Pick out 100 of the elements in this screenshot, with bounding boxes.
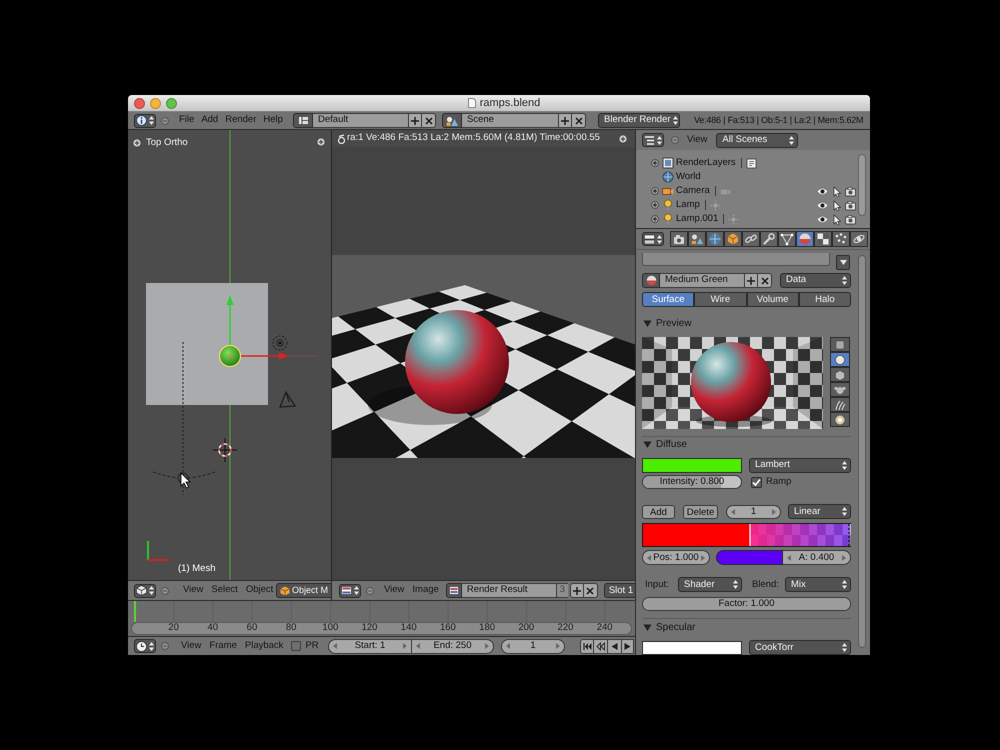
editor-type-button[interactable] bbox=[134, 584, 156, 598]
unlink-image-button[interactable] bbox=[584, 583, 598, 598]
menu-item[interactable]: File bbox=[179, 113, 194, 128]
expand-icon[interactable] bbox=[651, 187, 659, 195]
checkbox[interactable] bbox=[291, 641, 302, 651]
menu-item[interactable]: View bbox=[183, 583, 204, 598]
close-button[interactable] bbox=[134, 98, 145, 108]
plus-icon[interactable] bbox=[317, 138, 325, 146]
editor-type-button[interactable] bbox=[134, 639, 156, 653]
material-type-tab[interactable]: Wire bbox=[694, 292, 746, 307]
play-reverse-button[interactable] bbox=[608, 638, 622, 654]
pointer-icon[interactable] bbox=[831, 200, 842, 210]
panel-title[interactable]: Preview bbox=[656, 316, 692, 331]
outliner-item-name[interactable]: RenderLayers bbox=[676, 156, 736, 170]
editor-type-button[interactable] bbox=[642, 232, 664, 246]
stop-index-field[interactable]: 1 bbox=[726, 504, 781, 519]
menu-item[interactable]: Add bbox=[201, 113, 218, 128]
diffuse-shader-dropdown[interactable]: Lambert bbox=[749, 458, 851, 473]
unlink-material-button[interactable] bbox=[758, 273, 772, 288]
right-arrow[interactable] bbox=[240, 352, 318, 360]
properties-tab[interactable] bbox=[706, 231, 724, 247]
preview-shape-button[interactable] bbox=[830, 367, 850, 382]
camera-icon[interactable] bbox=[845, 186, 856, 196]
color-swatch[interactable] bbox=[716, 550, 783, 566]
delete-button[interactable] bbox=[422, 113, 436, 128]
alpha-field[interactable]: A: 0.400 bbox=[783, 550, 851, 566]
input-dropdown[interactable]: Shader bbox=[678, 577, 742, 592]
position-field[interactable]: Pos: 1.000 bbox=[642, 550, 710, 566]
menu-item[interactable]: View bbox=[687, 132, 708, 148]
outliner-item-name[interactable]: Lamp bbox=[676, 198, 700, 212]
properties-tab[interactable] bbox=[670, 231, 688, 247]
material-browse-button[interactable] bbox=[642, 273, 660, 288]
editor-type-button[interactable] bbox=[339, 584, 361, 598]
checkbox[interactable] bbox=[751, 476, 762, 488]
blend-dropdown[interactable]: Mix bbox=[785, 577, 851, 592]
panel-title[interactable]: Diffuse bbox=[656, 437, 687, 452]
down-triangle-icon[interactable] bbox=[643, 623, 652, 632]
material-type-tab[interactable]: Halo bbox=[798, 292, 851, 307]
add-button[interactable] bbox=[559, 113, 572, 128]
layout-name-field[interactable]: Default bbox=[313, 113, 409, 128]
expand-icon[interactable] bbox=[651, 201, 659, 209]
outliner-item-name[interactable]: World bbox=[676, 170, 701, 184]
render-slot-dropdown[interactable]: Slot 1 bbox=[604, 583, 635, 598]
play-button[interactable] bbox=[622, 638, 634, 654]
sphere-object[interactable] bbox=[218, 344, 242, 368]
properties-tab[interactable] bbox=[760, 231, 778, 247]
menu-item[interactable]: View bbox=[181, 638, 202, 654]
camera-icon[interactable] bbox=[845, 214, 856, 224]
previous-keyframe-button[interactable] bbox=[594, 638, 608, 654]
outliner-item-name[interactable]: Camera bbox=[676, 184, 710, 198]
interaction-mode-dropdown[interactable]: Object M bbox=[276, 583, 331, 598]
menu-item[interactable]: Frame bbox=[209, 638, 237, 654]
editor-type-button[interactable] bbox=[134, 114, 156, 128]
delete-button[interactable]: Delete bbox=[683, 504, 718, 519]
specials-menu-button[interactable] bbox=[836, 255, 850, 270]
new-image-button[interactable] bbox=[570, 583, 584, 598]
current-frame-field[interactable]: 1 bbox=[501, 638, 565, 654]
intensity-slider[interactable]: Intensity: 0.800 bbox=[642, 475, 742, 490]
expand-icon[interactable] bbox=[651, 159, 659, 167]
interpolation-dropdown[interactable]: Linear bbox=[788, 504, 851, 520]
preview-shape-button[interactable] bbox=[830, 412, 850, 427]
link-dropdown[interactable]: Data bbox=[780, 273, 851, 288]
down-triangle-icon[interactable] bbox=[643, 319, 652, 328]
scrollbar[interactable] bbox=[858, 255, 866, 648]
preview-shape-button[interactable] bbox=[830, 337, 850, 352]
end-frame-field[interactable]: End: 250 bbox=[412, 638, 494, 654]
editor-type-button[interactable] bbox=[642, 133, 664, 147]
properties-tab[interactable] bbox=[724, 231, 742, 247]
preview-shape-button[interactable] bbox=[830, 397, 850, 412]
expand-icon[interactable] bbox=[651, 215, 659, 223]
color-swatch[interactable] bbox=[642, 458, 742, 473]
menu-item[interactable]: Object bbox=[246, 583, 274, 598]
properties-tab[interactable] bbox=[850, 231, 868, 247]
down-triangle-icon[interactable] bbox=[643, 440, 652, 449]
zoom-button[interactable] bbox=[166, 98, 177, 108]
panel-title[interactable]: Specular bbox=[656, 620, 696, 636]
delete-button[interactable] bbox=[572, 113, 586, 128]
specular-shader-dropdown[interactable]: CookTorr bbox=[749, 640, 851, 655]
preview-shape-button[interactable] bbox=[830, 352, 850, 367]
menu-item[interactable]: View bbox=[384, 583, 404, 598]
pointer-icon[interactable] bbox=[831, 186, 842, 196]
image-browse-button[interactable] bbox=[446, 583, 462, 598]
menu-item[interactable]: Select bbox=[211, 583, 238, 598]
properties-tab[interactable] bbox=[832, 231, 850, 247]
render-engine-dropdown[interactable]: Blender Render bbox=[598, 113, 680, 128]
screen-layout-button[interactable] bbox=[293, 113, 313, 128]
properties-tab[interactable] bbox=[796, 231, 814, 247]
scrollbar[interactable] bbox=[858, 154, 866, 216]
scene-button[interactable] bbox=[442, 113, 462, 128]
properties-tab[interactable] bbox=[814, 231, 832, 247]
material-type-tab[interactable]: Volume bbox=[746, 292, 799, 307]
camera-icon[interactable] bbox=[845, 200, 856, 210]
properties-tab[interactable] bbox=[742, 231, 760, 247]
material-name-field[interactable]: Medium Green bbox=[660, 273, 745, 288]
jump-to-start-button[interactable] bbox=[580, 638, 594, 654]
plus-icon[interactable] bbox=[133, 139, 141, 148]
outliner-item-name[interactable]: Lamp.001 bbox=[676, 212, 718, 226]
add-button[interactable] bbox=[409, 113, 422, 128]
pointer-icon[interactable] bbox=[831, 214, 842, 224]
color-swatch[interactable] bbox=[642, 640, 742, 655]
